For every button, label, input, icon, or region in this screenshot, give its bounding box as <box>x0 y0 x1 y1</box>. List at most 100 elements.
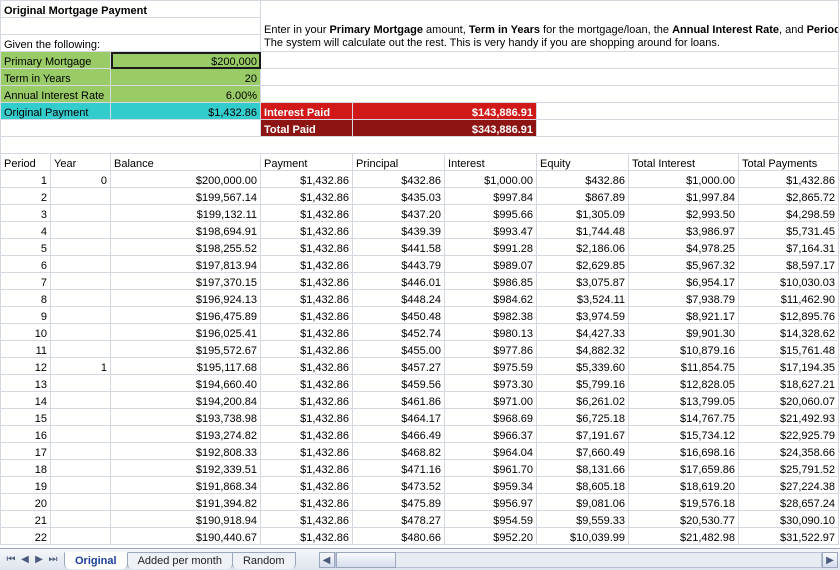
cell[interactable]: $16,698.16 <box>629 443 739 460</box>
cell[interactable] <box>51 188 111 205</box>
cell[interactable]: $9,559.33 <box>537 511 629 528</box>
cell[interactable]: $25,791.52 <box>739 460 839 477</box>
cell[interactable]: $24,358.66 <box>739 443 839 460</box>
cell[interactable]: $190,918.94 <box>111 511 261 528</box>
cell[interactable]: $5,731.45 <box>739 222 839 239</box>
table-row[interactable]: 16$193,274.82$1,432.86$466.49$966.37$7,1… <box>1 426 839 443</box>
cell[interactable]: $475.89 <box>353 494 445 511</box>
cell[interactable]: 16 <box>1 426 51 443</box>
cell[interactable]: $432.86 <box>353 171 445 188</box>
table-row[interactable]: 18$192,339.51$1,432.86$471.16$961.70$8,1… <box>1 460 839 477</box>
cell[interactable]: 19 <box>1 477 51 494</box>
tab-nav-first-icon[interactable]: ⏮ <box>4 553 18 567</box>
table-row[interactable]: 2$199,567.14$1,432.86$435.03$997.84$867.… <box>1 188 839 205</box>
cell[interactable] <box>51 290 111 307</box>
cell[interactable]: $11,854.75 <box>629 358 739 375</box>
table-row[interactable]: 17$192,808.33$1,432.86$468.82$964.04$7,6… <box>1 443 839 460</box>
cell[interactable]: $17,194.35 <box>739 358 839 375</box>
cell[interactable]: $2,629.85 <box>537 256 629 273</box>
cell[interactable]: $30,090.10 <box>739 511 839 528</box>
table-row[interactable]: 3$199,132.11$1,432.86$437.20$995.66$1,30… <box>1 205 839 222</box>
cell[interactable]: $21,482.98 <box>629 528 739 545</box>
cell[interactable]: $1,432.86 <box>261 528 353 545</box>
cell[interactable]: $4,298.59 <box>739 205 839 222</box>
cell[interactable]: $1,997.84 <box>629 188 739 205</box>
cell[interactable]: $1,432.86 <box>261 222 353 239</box>
cell[interactable]: $192,339.51 <box>111 460 261 477</box>
cell[interactable]: $473.52 <box>353 477 445 494</box>
cell[interactable] <box>51 494 111 511</box>
cell[interactable]: $1,432.86 <box>261 290 353 307</box>
cell[interactable]: $7,938.79 <box>629 290 739 307</box>
cell[interactable]: $15,734.12 <box>629 426 739 443</box>
cell[interactable] <box>51 392 111 409</box>
cell[interactable]: $12,828.05 <box>629 375 739 392</box>
cell[interactable]: 6 <box>1 256 51 273</box>
cell[interactable]: $20,060.07 <box>739 392 839 409</box>
cell[interactable]: $31,522.97 <box>739 528 839 545</box>
cell[interactable]: 20 <box>1 494 51 511</box>
cell[interactable]: $4,427.33 <box>537 324 629 341</box>
cell[interactable]: $973.30 <box>445 375 537 392</box>
cell[interactable] <box>51 205 111 222</box>
cell[interactable]: $3,974.59 <box>537 307 629 324</box>
cell[interactable]: $10,879.16 <box>629 341 739 358</box>
cell[interactable]: $961.70 <box>445 460 537 477</box>
cell[interactable]: $7,164.31 <box>739 239 839 256</box>
cell[interactable]: $6,954.17 <box>629 273 739 290</box>
cell[interactable]: $193,738.98 <box>111 409 261 426</box>
cell[interactable]: 22 <box>1 528 51 545</box>
cell[interactable]: $19,576.18 <box>629 494 739 511</box>
cell[interactable]: $2,993.50 <box>629 205 739 222</box>
tab-original[interactable]: Original <box>64 552 128 569</box>
cell[interactable]: $18,619.20 <box>629 477 739 494</box>
cell[interactable]: $191,868.34 <box>111 477 261 494</box>
cell[interactable]: $8,597.17 <box>739 256 839 273</box>
table-row[interactable]: 20$191,394.82$1,432.86$475.89$956.97$9,0… <box>1 494 839 511</box>
cell[interactable]: $191,394.82 <box>111 494 261 511</box>
cell[interactable] <box>51 273 111 290</box>
cell[interactable] <box>51 341 111 358</box>
cell[interactable]: $198,255.52 <box>111 239 261 256</box>
cell[interactable]: 2 <box>1 188 51 205</box>
cell[interactable]: $1,432.86 <box>261 324 353 341</box>
cell[interactable]: $3,986.97 <box>629 222 739 239</box>
cell[interactable]: $194,200.84 <box>111 392 261 409</box>
horizontal-scrollbar[interactable]: ◀ ▶ <box>335 552 822 568</box>
cell[interactable]: $9,081.06 <box>537 494 629 511</box>
cell[interactable]: $195,117.68 <box>111 358 261 375</box>
cell[interactable]: $192,808.33 <box>111 443 261 460</box>
cell[interactable]: $11,462.90 <box>739 290 839 307</box>
term-years-cell[interactable]: 20 <box>111 69 261 86</box>
cell[interactable]: $1,432.86 <box>261 409 353 426</box>
cell[interactable]: $435.03 <box>353 188 445 205</box>
cell[interactable]: $18,627.21 <box>739 375 839 392</box>
cell[interactable] <box>51 239 111 256</box>
cell[interactable]: $1,432.86 <box>261 494 353 511</box>
cell[interactable]: $455.00 <box>353 341 445 358</box>
cell[interactable]: $439.39 <box>353 222 445 239</box>
cell[interactable]: 7 <box>1 273 51 290</box>
cell[interactable]: $8,921.17 <box>629 307 739 324</box>
cell[interactable]: $199,567.14 <box>111 188 261 205</box>
cell[interactable]: $1,432.86 <box>261 205 353 222</box>
cell[interactable]: $975.59 <box>445 358 537 375</box>
cell[interactable]: $200,000.00 <box>111 171 261 188</box>
tab-nav-next-icon[interactable]: ▶ <box>32 553 46 567</box>
cell[interactable]: $1,432.86 <box>261 511 353 528</box>
cell[interactable] <box>51 511 111 528</box>
cell[interactable]: $5,967.32 <box>629 256 739 273</box>
cell[interactable]: $12,895.76 <box>739 307 839 324</box>
cell[interactable]: $1,000.00 <box>629 171 739 188</box>
cell[interactable]: $1,432.86 <box>261 188 353 205</box>
table-row[interactable]: 121$195,117.68$1,432.86$457.27$975.59$5,… <box>1 358 839 375</box>
cell[interactable]: $466.49 <box>353 426 445 443</box>
cell[interactable]: $1,432.86 <box>261 426 353 443</box>
table-row[interactable]: 11$195,572.67$1,432.86$455.00$977.86$4,8… <box>1 341 839 358</box>
cell[interactable]: $6,261.02 <box>537 392 629 409</box>
cell[interactable] <box>51 477 111 494</box>
cell[interactable]: 9 <box>1 307 51 324</box>
cell[interactable]: $1,432.86 <box>261 341 353 358</box>
cell[interactable]: $197,370.15 <box>111 273 261 290</box>
cell[interactable]: $468.82 <box>353 443 445 460</box>
